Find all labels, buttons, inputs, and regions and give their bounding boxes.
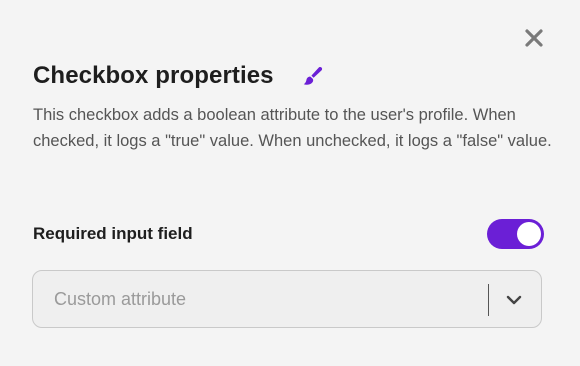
title-row: Checkbox properties	[33, 62, 324, 90]
close-icon	[525, 29, 543, 47]
required-field-row: Required input field	[33, 218, 544, 250]
checkbox-properties-panel: Checkbox properties This checkbox adds a…	[0, 0, 580, 366]
select-placeholder: Custom attribute	[54, 289, 187, 309]
page-title: Checkbox properties	[33, 62, 274, 89]
required-field-label: Required input field	[33, 224, 193, 243]
custom-attribute-select[interactable]: Custom attribute	[32, 270, 542, 328]
toggle-knob	[517, 222, 541, 246]
required-field-toggle[interactable]	[487, 219, 544, 249]
close-button[interactable]	[521, 25, 547, 51]
chevron-down-icon[interactable]	[505, 291, 523, 309]
paintbrush-icon[interactable]	[302, 65, 324, 87]
select-divider	[488, 284, 489, 316]
description-text: This checkbox adds a boolean attribute t…	[33, 106, 552, 150]
